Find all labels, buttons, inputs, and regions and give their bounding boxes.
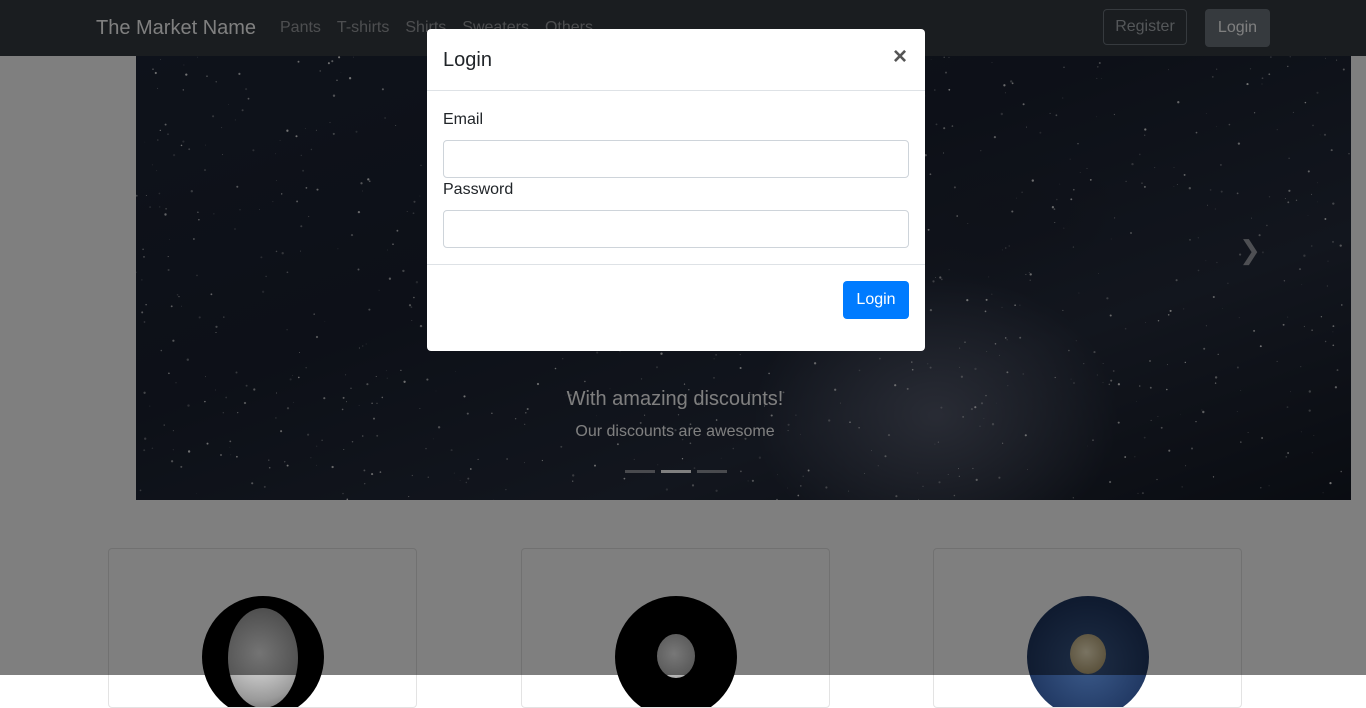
login-submit-button[interactable]: Login [843, 281, 909, 319]
modal-footer-divider [427, 264, 925, 265]
close-icon[interactable]: × [893, 43, 907, 71]
password-label: Password [443, 181, 514, 198]
email-label: Email [443, 111, 484, 128]
modal-header: Login × [427, 29, 925, 91]
password-field[interactable] [443, 210, 909, 248]
email-field[interactable] [443, 140, 909, 178]
login-modal: Login × Email Password Login [427, 29, 925, 351]
modal-title: Login [443, 49, 492, 71]
